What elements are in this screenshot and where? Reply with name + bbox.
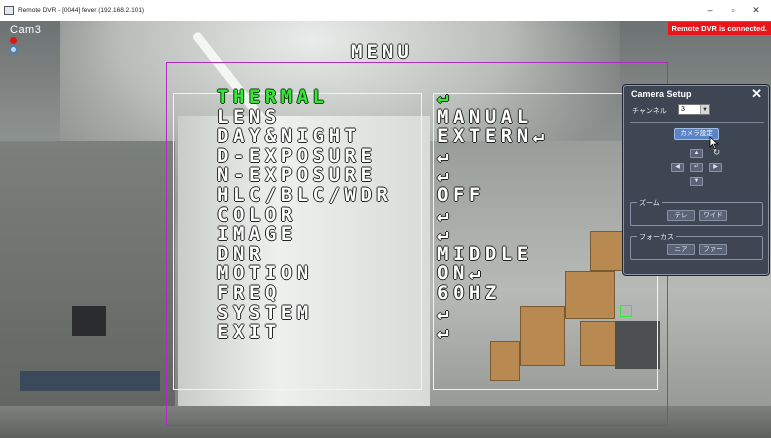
osd-menu-item[interactable]: COLOR xyxy=(217,205,297,225)
osd-menu-item[interactable]: D-EXPOSURE xyxy=(217,146,376,166)
zoom-group: ズーム テレ ワイド xyxy=(630,198,763,226)
zoom-label: ズーム xyxy=(637,198,662,208)
focus-label: フォーカス xyxy=(637,232,676,242)
osd-menu-item[interactable]: MOTION xyxy=(217,264,313,283)
osd-menu-value: ↵ xyxy=(437,144,453,167)
osd-menu-value: MIDDLE xyxy=(437,242,533,265)
osd-menu-value: ↵ xyxy=(437,223,453,246)
pad-up-button[interactable]: ▲ xyxy=(690,149,703,158)
office-desk xyxy=(20,371,160,391)
close-icon[interactable]: ✕ xyxy=(751,86,762,102)
osd-menu-title: MENU xyxy=(351,41,413,63)
refresh-icon[interactable]: ↻ xyxy=(710,148,723,158)
camera-setup-panel: Camera Setup ✕ チャンネル 3 ▼ カメラ設定 ▲ ↻ ◀ ↵ ▶… xyxy=(623,85,769,275)
app-icon xyxy=(4,6,14,15)
osd-menu-item[interactable]: HLC/BLC/WDR xyxy=(217,186,392,205)
ptz-indicator-icon xyxy=(10,46,17,53)
osd-menu-item[interactable]: DNR xyxy=(217,244,265,264)
focus-group: フォーカス ニア ファー xyxy=(630,232,763,260)
panel-title: Camera Setup xyxy=(631,89,692,99)
office-wall xyxy=(0,141,175,438)
osd-menu-item[interactable]: THERMAL xyxy=(217,88,329,107)
osd-menu-value: OFF xyxy=(437,184,485,206)
osd-menu-item[interactable]: IMAGE xyxy=(217,225,297,244)
close-window-button[interactable]: ✕ xyxy=(746,3,766,17)
zoom-tele-button[interactable]: テレ xyxy=(667,210,695,221)
osd-menu-item[interactable]: EXIT xyxy=(217,323,281,342)
osd-menu-item[interactable]: N-EXPOSURE xyxy=(217,166,376,185)
focus-near-button[interactable]: ニア xyxy=(667,244,695,255)
pad-right-button[interactable]: ▶ xyxy=(709,163,722,172)
mouse-cursor-icon xyxy=(709,136,719,150)
maximize-button[interactable]: ▫ xyxy=(723,3,743,17)
channel-label: チャンネル xyxy=(632,108,667,115)
pad-left-button[interactable]: ◀ xyxy=(671,163,684,172)
osd-menu-value: ↵ xyxy=(437,203,453,226)
window-title: Remote DVR - [0044] fever (192.168.2.101… xyxy=(18,7,145,14)
osd-menu-item[interactable]: LENS xyxy=(217,107,281,127)
camera-label: Cam3 xyxy=(10,24,42,36)
window-titlebar: Remote DVR - [0044] fever (192.168.2.101… xyxy=(0,0,771,21)
osd-menu-value: ON↵ xyxy=(437,262,485,285)
osd-menu-item[interactable]: SYSTEM xyxy=(217,303,313,323)
osd-menu-item[interactable]: DAY&NIGHT xyxy=(217,127,360,146)
focus-far-button[interactable]: ファー xyxy=(699,244,727,255)
chevron-down-icon: ▼ xyxy=(700,105,709,114)
osd-menu-value: EXTERN↵ xyxy=(437,125,549,148)
osd-menu-value: ↵ xyxy=(437,301,453,324)
zoom-wide-button[interactable]: ワイド xyxy=(699,210,727,221)
channel-value: 3 xyxy=(681,106,685,113)
record-indicator-icon xyxy=(10,37,17,44)
connection-status-badge: Remote DVR is connected. xyxy=(667,22,771,35)
osd-menu-value: MANUAL xyxy=(437,105,533,128)
osd-menu-value: ↵ xyxy=(437,321,453,344)
pad-enter-button[interactable]: ↵ xyxy=(690,163,703,172)
osd-menu-value: ↵ xyxy=(437,164,453,187)
osd-menu-value: ↵ xyxy=(437,86,453,108)
channel-select[interactable]: 3 ▼ xyxy=(678,104,710,115)
motion-target-marker xyxy=(620,305,632,317)
office-monitor xyxy=(72,306,106,336)
minimize-button[interactable]: – xyxy=(700,3,720,17)
osd-menu-item[interactable]: FREQ xyxy=(217,284,281,303)
panel-divider xyxy=(630,122,764,123)
pad-down-button[interactable]: ▼ xyxy=(690,177,703,186)
osd-menu-value: 60HZ xyxy=(437,282,501,304)
